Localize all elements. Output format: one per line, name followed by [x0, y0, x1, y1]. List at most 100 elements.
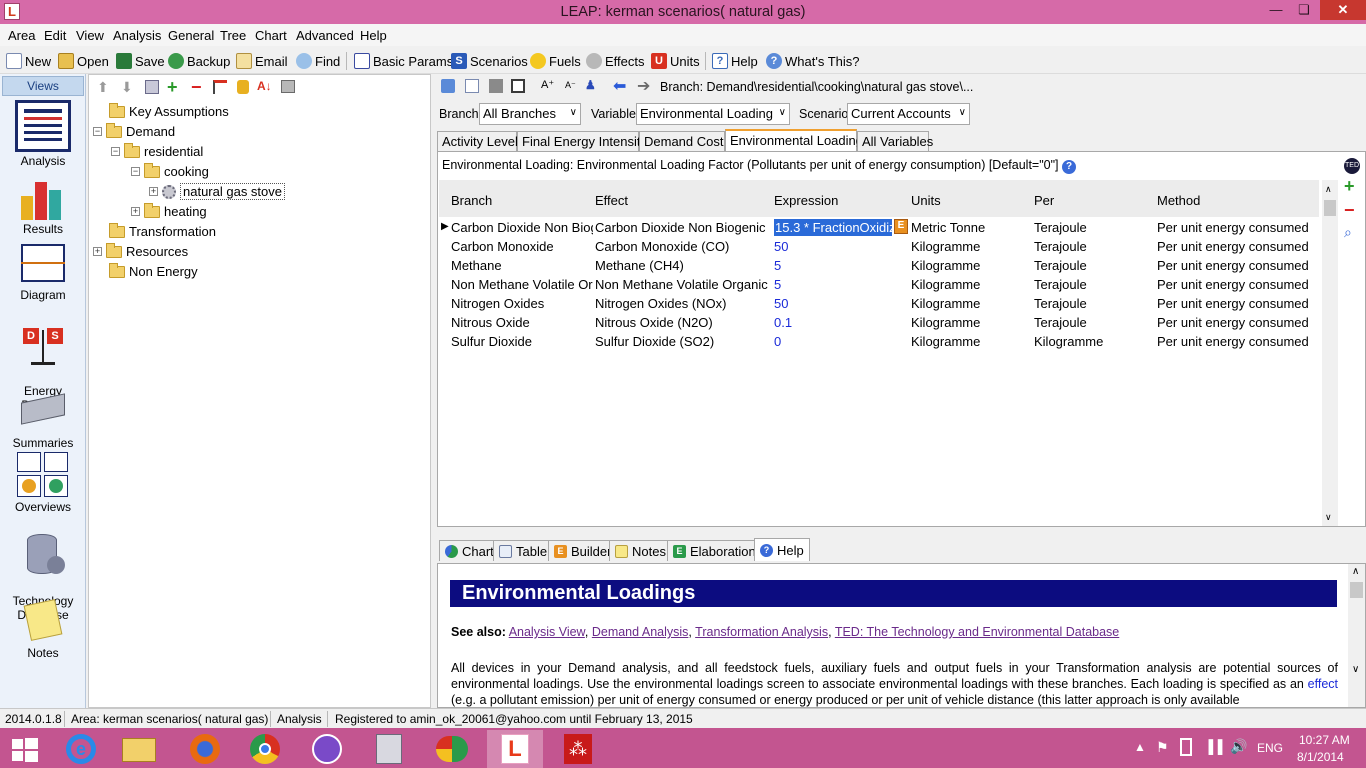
link-effect[interactable]: effect: [1308, 677, 1338, 691]
minimize-button[interactable]: —: [1262, 0, 1290, 20]
help-scrollbar[interactable]: ∧ ∨: [1348, 564, 1365, 707]
scroll-up-icon[interactable]: ∧: [1352, 566, 1359, 577]
help-circle-icon[interactable]: ?: [1062, 160, 1077, 174]
tree-node-cooking[interactable]: − cooking: [131, 162, 209, 179]
col-units[interactable]: Units: [911, 193, 941, 208]
flag-icon[interactable]: ⚑: [1156, 739, 1169, 756]
taskbar-firefox[interactable]: [178, 730, 234, 768]
expand-icon[interactable]: +: [93, 247, 102, 256]
tree-node-transformation[interactable]: Transformation: [109, 222, 216, 239]
collapse-icon[interactable]: −: [131, 167, 140, 176]
view-analysis[interactable]: Analysis: [0, 100, 86, 168]
tool-icon[interactable]: [441, 79, 455, 93]
print-icon[interactable]: [281, 80, 295, 93]
expression-builder-icon[interactable]: E: [894, 219, 908, 234]
col-effect[interactable]: Effect: [595, 193, 628, 208]
tab-chart[interactable]: Chart: [439, 540, 500, 561]
sort-icon[interactable]: A↓: [257, 79, 272, 93]
tab-environmental-loading[interactable]: Environmental Loading: [725, 129, 863, 151]
view-summaries[interactable]: Summaries: [0, 388, 86, 450]
tree-outline-icon[interactable]: [213, 80, 227, 94]
tray-expand-icon[interactable]: ▲: [1134, 740, 1146, 754]
maximize-button[interactable]: ❏: [1290, 0, 1318, 20]
table-row[interactable]: Non Methane Volatile Organic Non Methane…: [439, 275, 1319, 294]
tree-node-heating[interactable]: + heating: [131, 202, 207, 219]
grid-scrollbar[interactable]: ∧ ∨: [1322, 180, 1338, 526]
ted-icon[interactable]: TED: [1344, 158, 1360, 174]
col-expression[interactable]: Expression: [774, 193, 838, 208]
expand-icon[interactable]: +: [131, 207, 140, 216]
people-icon[interactable]: ♟: [585, 78, 596, 92]
fuels-button[interactable]: Fuels: [530, 52, 581, 70]
view-results[interactable]: Results: [0, 174, 86, 236]
col-per[interactable]: Per: [1034, 193, 1054, 208]
move-down-icon[interactable]: ⬇: [121, 79, 133, 96]
collapse-icon[interactable]: −: [93, 127, 102, 136]
col-method[interactable]: Method: [1157, 193, 1200, 208]
taskbar-downloader[interactable]: [424, 730, 480, 768]
tab-help[interactable]: ? Help: [754, 538, 810, 561]
menu-analysis[interactable]: Analysis: [113, 28, 161, 43]
forward-arrow-icon[interactable]: ➔: [637, 76, 650, 96]
volume-icon[interactable]: 🔊: [1230, 738, 1247, 755]
clock-time[interactable]: 10:27 AM: [1299, 733, 1350, 747]
col-branch[interactable]: Branch: [451, 193, 492, 208]
scroll-down-icon[interactable]: ∨: [1325, 512, 1332, 523]
back-arrow-icon[interactable]: ⬅: [613, 76, 626, 96]
taskbar-viber[interactable]: [300, 730, 356, 768]
paste-icon[interactable]: [489, 79, 503, 93]
copy-icon[interactable]: [465, 79, 479, 93]
table-row[interactable]: Carbon Monoxide Carbon Monoxide (CO) 50 …: [439, 237, 1319, 256]
add-row-icon[interactable]: +: [1344, 176, 1355, 197]
tab-all-variables[interactable]: All Variables: [857, 131, 933, 151]
taskbar-chrome[interactable]: [238, 730, 294, 768]
tab-demand-cost[interactable]: Demand Cost: [639, 131, 725, 151]
tree-node-resources[interactable]: + Resources: [93, 242, 188, 259]
tree-node-key-assumptions[interactable]: Key Assumptions: [109, 102, 229, 119]
email-button[interactable]: Email: [236, 52, 288, 70]
table-row[interactable]: Methane Methane (CH4) 5 Kilogramme Teraj…: [439, 256, 1319, 275]
table-row[interactable]: Nitrogen Oxides Nitrogen Oxides (NOx) 50…: [439, 294, 1319, 313]
add-icon[interactable]: +: [167, 77, 178, 98]
expand-icon[interactable]: +: [149, 187, 158, 196]
language-indicator[interactable]: ENG: [1257, 741, 1283, 755]
tab-elaboration[interactable]: E Elaboration: [667, 540, 762, 561]
taskbar-calculator[interactable]: [362, 730, 418, 768]
menu-area[interactable]: Area: [8, 28, 35, 43]
scrollbar-thumb[interactable]: [1324, 200, 1336, 216]
open-button[interactable]: Open: [58, 52, 109, 70]
menu-tree[interactable]: Tree: [220, 28, 246, 43]
tree-node-demand[interactable]: − Demand: [93, 122, 175, 139]
save-button[interactable]: Save: [116, 52, 165, 70]
variable-select[interactable]: Environmental Loading ∨: [636, 103, 790, 125]
scroll-down-icon[interactable]: ∨: [1352, 664, 1359, 675]
tab-builder[interactable]: E Builder: [548, 540, 618, 561]
help-button[interactable]: ? Help: [712, 52, 758, 70]
scroll-up-icon[interactable]: ∧: [1325, 184, 1332, 195]
view-notes[interactable]: Notes: [0, 598, 86, 660]
font-larger-icon[interactable]: A⁺: [541, 78, 554, 91]
taskbar-acrobat[interactable]: ⁂: [550, 730, 606, 768]
effects-button[interactable]: Effects: [586, 52, 645, 70]
select-icon[interactable]: [511, 79, 525, 93]
signal-icon[interactable]: ▐▐: [1204, 739, 1222, 754]
collapse-icon[interactable]: −: [111, 147, 120, 156]
close-button[interactable]: ✕: [1320, 0, 1366, 20]
find-button[interactable]: Find: [296, 52, 340, 70]
new-button[interactable]: New: [6, 52, 51, 70]
link-ted-database[interactable]: TED: The Technology and Environmental Da…: [835, 625, 1119, 639]
delete-icon[interactable]: −: [191, 77, 202, 98]
menu-general[interactable]: General: [168, 28, 214, 43]
clock-date[interactable]: 8/1/2014: [1297, 750, 1344, 764]
tab-table[interactable]: Table: [493, 540, 554, 561]
menu-edit[interactable]: Edit: [44, 28, 66, 43]
move-up-icon[interactable]: ⬆: [97, 79, 109, 96]
tab-final-energy-intensity[interactable]: Final Energy Intensity: [517, 131, 647, 151]
scenario-select[interactable]: Current Accounts ∨: [847, 103, 970, 125]
tree-node-non-energy[interactable]: Non Energy: [109, 262, 198, 279]
lock-icon[interactable]: [237, 80, 249, 94]
properties-icon[interactable]: [145, 80, 159, 94]
basic-params-button[interactable]: Basic Params: [354, 52, 453, 70]
start-button[interactable]: [0, 730, 50, 768]
menu-help[interactable]: Help: [360, 28, 387, 43]
